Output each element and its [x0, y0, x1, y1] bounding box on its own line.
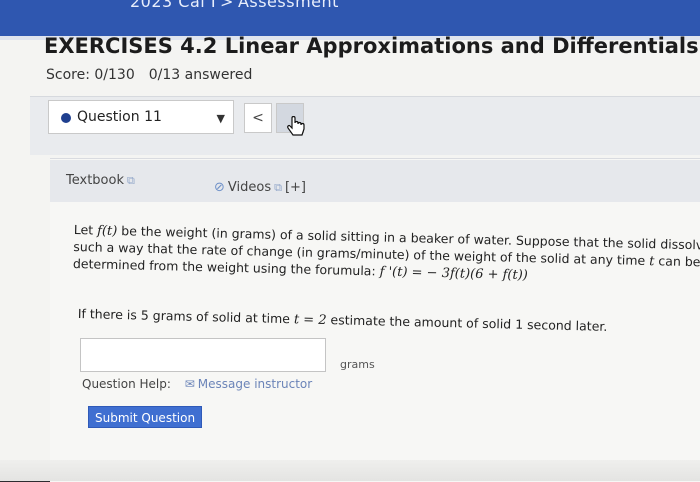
- problem-text-part: Let: [73, 222, 98, 238]
- breadcrumb-page[interactable]: Assessment: [238, 0, 339, 11]
- page-title: EXERCISES 4.2 Linear Approximations and …: [44, 34, 699, 58]
- answer-input[interactable]: [80, 338, 326, 372]
- question-help: Question Help: ✉ Message instructor: [82, 377, 312, 391]
- top-bar: 2023 Cal I > Assessment: [0, 0, 700, 36]
- math-expression: f(t): [96, 223, 118, 240]
- envelope-icon: ✉: [184, 377, 195, 391]
- screen: 2023 Cal I > Assessment EXERCISES 4.2 Line…: [0, 0, 700, 482]
- answered-count: 0/13 answered: [148, 67, 253, 83]
- prev-question-button[interactable]: <: [244, 103, 272, 133]
- videos-link[interactable]: ⊘ Videos ⧉ [+]: [214, 180, 306, 195]
- caret-down-icon: ▼: [216, 112, 225, 125]
- chevron-left-icon: <: [252, 110, 264, 126]
- status-dot-icon: [61, 113, 71, 123]
- score: Score: 0/130: [46, 67, 135, 83]
- score-line: Score: 0/130 0/13 answered: [46, 67, 252, 83]
- chevron-right-icon: >: [220, 0, 234, 11]
- message-instructor-link[interactable]: ✉ Message instructor: [185, 377, 312, 391]
- videos-label: Videos: [227, 180, 272, 195]
- external-link-icon: ⧉: [274, 181, 282, 194]
- question-select-label: Question 11: [77, 109, 162, 125]
- hand-cursor-icon: [287, 116, 305, 136]
- breadcrumb: 2023 Cal I > Assessment: [130, 0, 339, 11]
- video-icon: ⊘: [214, 180, 225, 195]
- submit-question-button[interactable]: Submit Question: [88, 406, 203, 428]
- question-select[interactable]: Question 11 ▼: [48, 100, 234, 134]
- page-bottom: [0, 460, 700, 481]
- breadcrumb-course[interactable]: 2023 Cal I: [130, 0, 216, 11]
- math-expression: t = 2: [293, 312, 327, 329]
- textbook-label: Textbook: [66, 173, 124, 188]
- message-instructor-label: Message instructor: [197, 377, 313, 391]
- units-label: grams: [340, 358, 375, 371]
- external-link-icon: ⧉: [126, 174, 135, 187]
- textbook-link[interactable]: Textbook ⧉: [66, 173, 135, 188]
- formula: f '(t) = − 3f(t)(6 + f(t)): [379, 264, 529, 284]
- videos-expand[interactable]: [+]: [285, 180, 306, 195]
- resources-bar: [50, 160, 700, 202]
- question-help-label: Question Help:: [82, 377, 171, 391]
- problem-text-part: can be: [654, 253, 700, 270]
